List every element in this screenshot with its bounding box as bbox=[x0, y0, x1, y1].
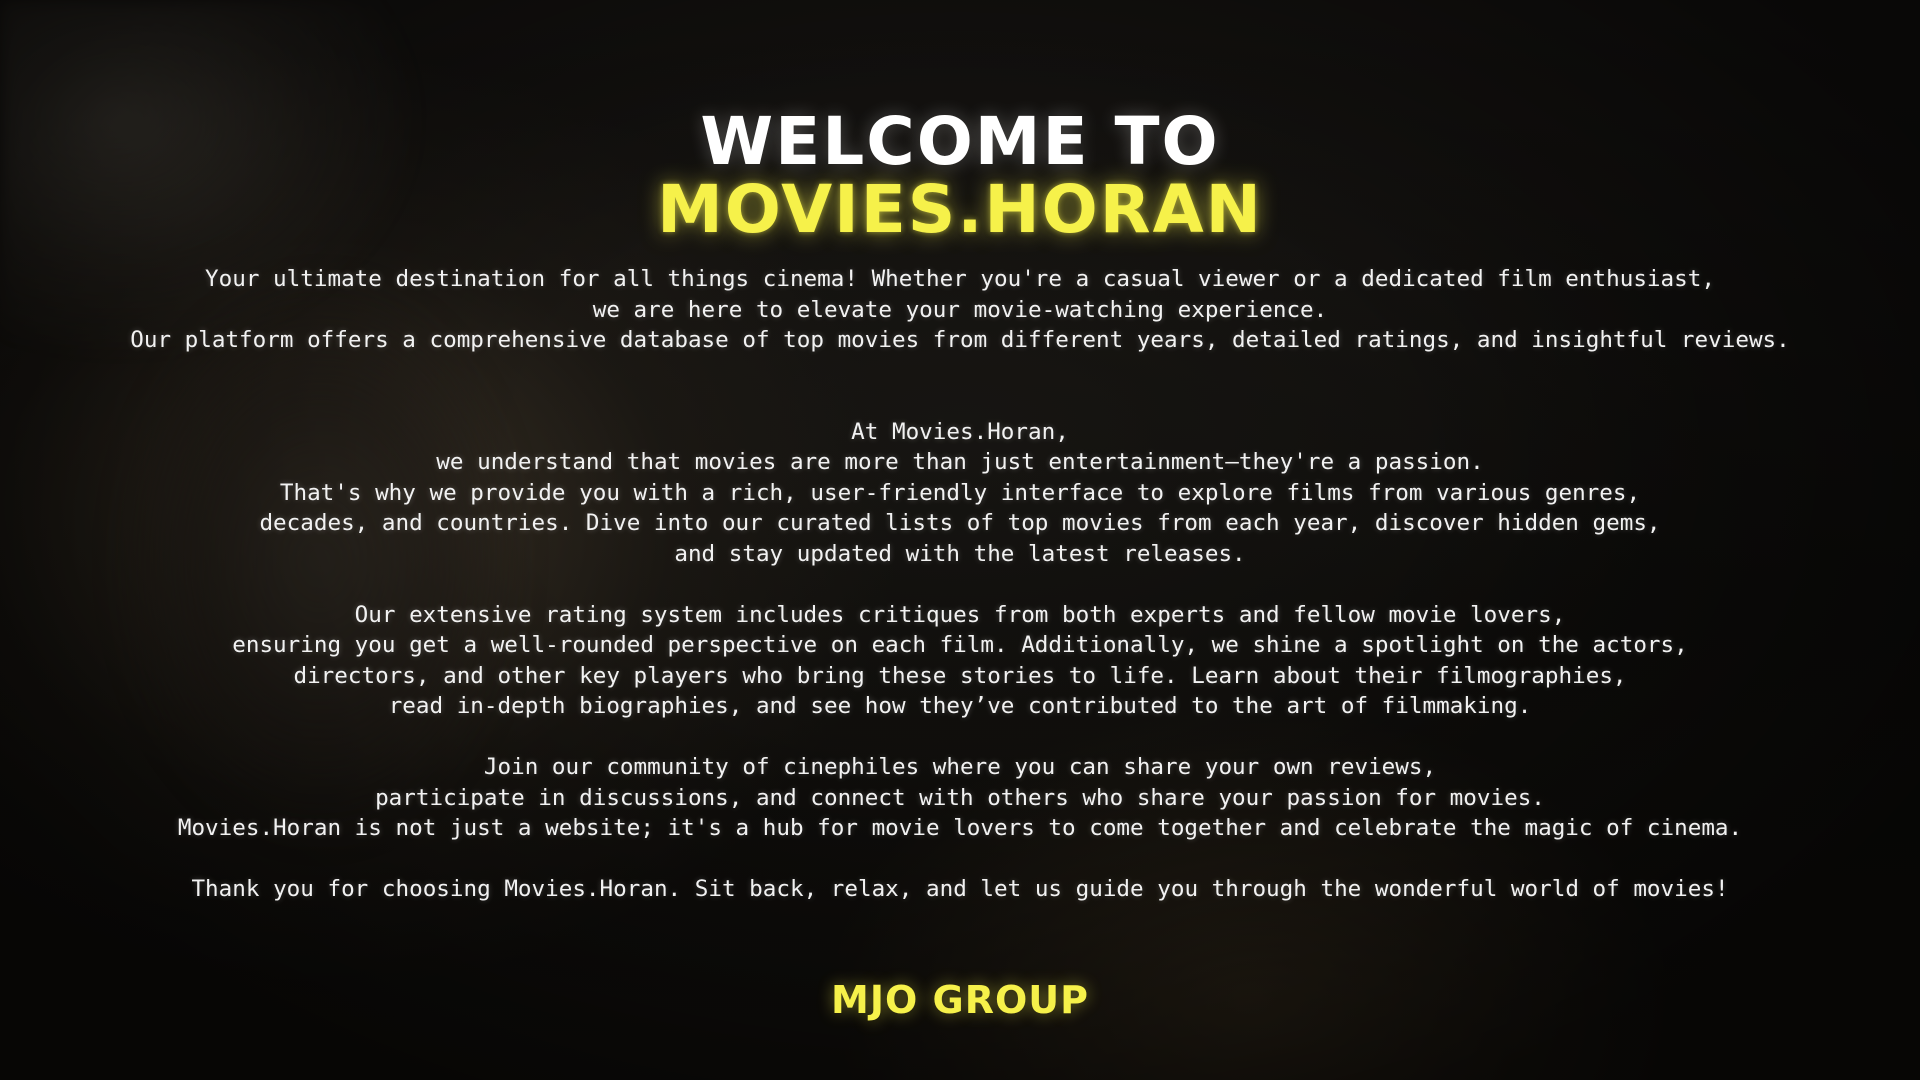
page-title-welcome: WELCOME TO bbox=[700, 103, 1220, 180]
ratings-line: directors, and other key players who bri… bbox=[293, 662, 1627, 689]
description-text: Your ultimate destination for all things… bbox=[40, 264, 1880, 905]
about-line: decades, and countries. Dive into our cu… bbox=[259, 510, 1661, 536]
ratings-line: read in-depth biographies, and see how t… bbox=[388, 693, 1532, 719]
about-line: At Movies.Horan, bbox=[851, 418, 1069, 445]
page-title-site-name: MOVIES.HORAN bbox=[657, 171, 1263, 248]
main-content: WELCOME TO MOVIES.HORAN Your ultimate de… bbox=[0, 0, 1920, 1080]
intro-line: Our platform offers a comprehensive data… bbox=[130, 327, 1790, 353]
community-line: Join our community of cinephiles where y… bbox=[483, 754, 1437, 780]
about-line: and stay updated with the latest release… bbox=[674, 540, 1246, 567]
ratings-line: ensuring you get a well-rounded perspect… bbox=[232, 632, 1688, 658]
closing-line: Thank you for choosing Movies.Horan. Sit… bbox=[191, 876, 1729, 902]
about-line: we understand that movies are more than … bbox=[436, 449, 1484, 475]
about-line: That's why we provide you with a rich, u… bbox=[279, 479, 1641, 506]
footer-brand-name: MJO GROUP bbox=[831, 978, 1089, 1022]
ratings-line: Our extensive rating system includes cri… bbox=[354, 601, 1566, 628]
community-line: Movies.Horan is not just a website; it's… bbox=[177, 815, 1743, 841]
intro-line: Your ultimate destination for all things… bbox=[205, 266, 1715, 292]
intro-line: we are here to elevate your movie-watchi… bbox=[592, 296, 1328, 323]
community-line: participate in discussions, and connect … bbox=[375, 784, 1545, 811]
welcome-page: WELCOME TO MOVIES.HORAN Your ultimate de… bbox=[0, 0, 1920, 1080]
